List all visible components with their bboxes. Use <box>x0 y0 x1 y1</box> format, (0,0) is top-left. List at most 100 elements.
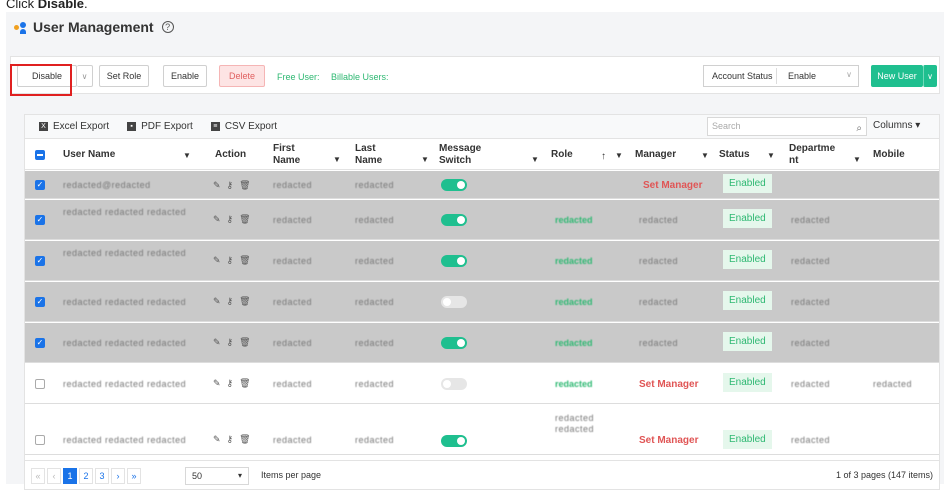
new-user-button[interactable]: New User <box>871 65 923 87</box>
enable-button[interactable]: Enable <box>163 65 207 87</box>
header-mobile[interactable]: Mobile <box>873 139 905 170</box>
filter-icon[interactable]: ▼ <box>531 155 539 164</box>
department-cell: redacted <box>791 379 831 389</box>
delete-icon[interactable]: 🗑 <box>239 378 250 389</box>
csv-export-button[interactable]: ≡ CSV Export <box>210 121 277 132</box>
key-icon[interactable]: ⚷ <box>227 255 234 266</box>
page-1-button[interactable]: 1 <box>63 468 77 484</box>
toolbar: Disable ∨ Set Role Enable Delete Free Us… <box>10 56 940 94</box>
disable-dropdown-arrow[interactable]: ∨ <box>77 65 93 87</box>
chevron-down-icon: ∨ <box>846 70 852 79</box>
table-row[interactable]: ✓ redacted redacted redacted ✎ ⚷ 🗑 redacte… <box>25 282 939 322</box>
help-icon[interactable]: ? <box>161 21 174 33</box>
header-message-switch[interactable]: Message Switch <box>439 139 489 170</box>
key-icon[interactable]: ⚷ <box>227 214 234 225</box>
row-checkbox[interactable] <box>35 435 45 445</box>
message-toggle[interactable] <box>441 255 467 267</box>
table-row[interactable]: ✓ redacted@redacted ✎ ⚷ 🗑 redacted redacte… <box>25 171 939 199</box>
edit-icon[interactable]: ✎ <box>213 214 221 225</box>
next-page-button[interactable]: › <box>111 468 125 484</box>
message-toggle[interactable] <box>441 296 467 308</box>
department-cell: redacted <box>791 256 831 266</box>
row-checkbox[interactable]: ✓ <box>35 338 45 348</box>
filter-icon[interactable]: ▼ <box>333 155 341 164</box>
row-checkbox[interactable]: ✓ <box>35 180 45 190</box>
edit-icon[interactable]: ✎ <box>213 378 221 389</box>
table-row[interactable]: ✓ redacted redacted redacted ✎ ⚷ 🗑 redacte… <box>25 200 939 240</box>
page-title: User Management <box>33 19 154 35</box>
page-2-button[interactable]: 2 <box>79 468 93 484</box>
header-last-name[interactable]: Last Name <box>355 139 395 170</box>
table-row[interactable]: redacted redacted redacted ✎ ⚷ 🗑 redacted … <box>25 405 939 455</box>
filter-icon[interactable]: ▼ <box>701 151 709 160</box>
status-badge: Enabled <box>723 209 772 228</box>
header-role[interactable]: Role <box>551 139 573 170</box>
items-per-page-select[interactable]: 50 ▾ <box>185 467 249 485</box>
free-user-label: Free User: <box>277 72 320 82</box>
prev-page-button[interactable]: ‹ <box>47 468 61 484</box>
delete-icon[interactable]: 🗑 <box>239 214 250 225</box>
row-checkbox[interactable]: ✓ <box>35 256 45 266</box>
delete-icon[interactable]: 🗑 <box>239 296 250 307</box>
header-first-name[interactable]: First Name <box>273 139 315 170</box>
header-status[interactable]: Status <box>719 139 750 170</box>
edit-icon[interactable]: ✎ <box>213 296 221 307</box>
set-manager-link[interactable]: Set Manager <box>643 180 702 191</box>
edit-icon[interactable]: ✎ <box>213 180 221 191</box>
sort-asc-icon[interactable]: ↑ <box>601 151 606 162</box>
account-status-filter[interactable]: Account Status Enable ∨ <box>703 65 859 87</box>
key-icon[interactable]: ⚷ <box>227 180 234 191</box>
row-checkbox[interactable]: ✓ <box>35 215 45 225</box>
department-cell: redacted <box>791 338 831 348</box>
delete-icon[interactable]: 🗑 <box>239 180 250 191</box>
message-toggle[interactable] <box>441 179 467 191</box>
pdf-export-button[interactable]: ▪ PDF Export <box>127 121 193 132</box>
search-input[interactable]: Search ⌕ <box>707 117 867 136</box>
key-icon[interactable]: ⚷ <box>227 378 234 389</box>
table-row[interactable]: ✓ redacted redacted redacted ✎ ⚷ 🗑 redacte… <box>25 323 939 363</box>
set-manager-link[interactable]: Set Manager <box>639 379 698 390</box>
first-page-button[interactable]: « <box>31 468 45 484</box>
page-3-button[interactable]: 3 <box>95 468 109 484</box>
manager-cell: redacted <box>639 338 679 348</box>
table-row[interactable]: redacted redacted redacted ✎ ⚷ 🗑 redacted … <box>25 364 939 404</box>
header-manager[interactable]: Manager <box>635 139 676 170</box>
edit-icon[interactable]: ✎ <box>213 255 221 266</box>
header-user-name[interactable]: User Name <box>63 139 115 170</box>
set-role-button[interactable]: Set Role <box>99 65 149 87</box>
delete-icon[interactable]: 🗑 <box>239 337 250 348</box>
row-checkbox[interactable]: ✓ <box>35 297 45 307</box>
message-toggle[interactable] <box>441 337 467 349</box>
edit-icon[interactable]: ✎ <box>213 337 221 348</box>
status-badge: Enabled <box>723 430 772 449</box>
manager-cell: redacted <box>639 256 679 266</box>
last-page-button[interactable]: » <box>127 468 141 484</box>
row-checkbox[interactable] <box>35 379 45 389</box>
table-row[interactable]: ✓ redacted redacted redacted ✎ ⚷ 🗑 redacte… <box>25 241 939 281</box>
message-toggle[interactable] <box>441 378 467 390</box>
delete-icon[interactable]: 🗑 <box>239 255 250 266</box>
filter-icon[interactable]: ▼ <box>615 151 623 160</box>
role-cell: redacted <box>555 256 593 266</box>
edit-icon[interactable]: ✎ <box>213 434 221 445</box>
new-user-dropdown-arrow[interactable]: ∨ <box>923 65 937 87</box>
set-manager-link[interactable]: Set Manager <box>639 435 698 446</box>
first-name-cell: redacted <box>273 215 313 225</box>
columns-button[interactable]: Columns ▾ <box>873 120 920 131</box>
filter-icon[interactable]: ▼ <box>853 155 861 164</box>
filter-icon[interactable]: ▼ <box>183 151 191 160</box>
filter-icon[interactable]: ▼ <box>421 155 429 164</box>
delete-button[interactable]: Delete <box>219 65 265 87</box>
header-department[interactable]: Departme nt <box>789 139 835 170</box>
message-toggle[interactable] <box>441 214 467 226</box>
message-toggle[interactable] <box>441 435 467 447</box>
last-name-cell: redacted <box>355 180 395 190</box>
filter-icon[interactable]: ▼ <box>767 151 775 160</box>
excel-export-button[interactable]: X Excel Export <box>39 121 109 132</box>
delete-icon[interactable]: 🗑 <box>239 434 250 445</box>
key-icon[interactable]: ⚷ <box>227 296 234 307</box>
key-icon[interactable]: ⚷ <box>227 434 234 445</box>
select-all-checkbox[interactable] <box>35 139 45 170</box>
role-cell: redacted redacted <box>555 413 595 434</box>
key-icon[interactable]: ⚷ <box>227 337 234 348</box>
